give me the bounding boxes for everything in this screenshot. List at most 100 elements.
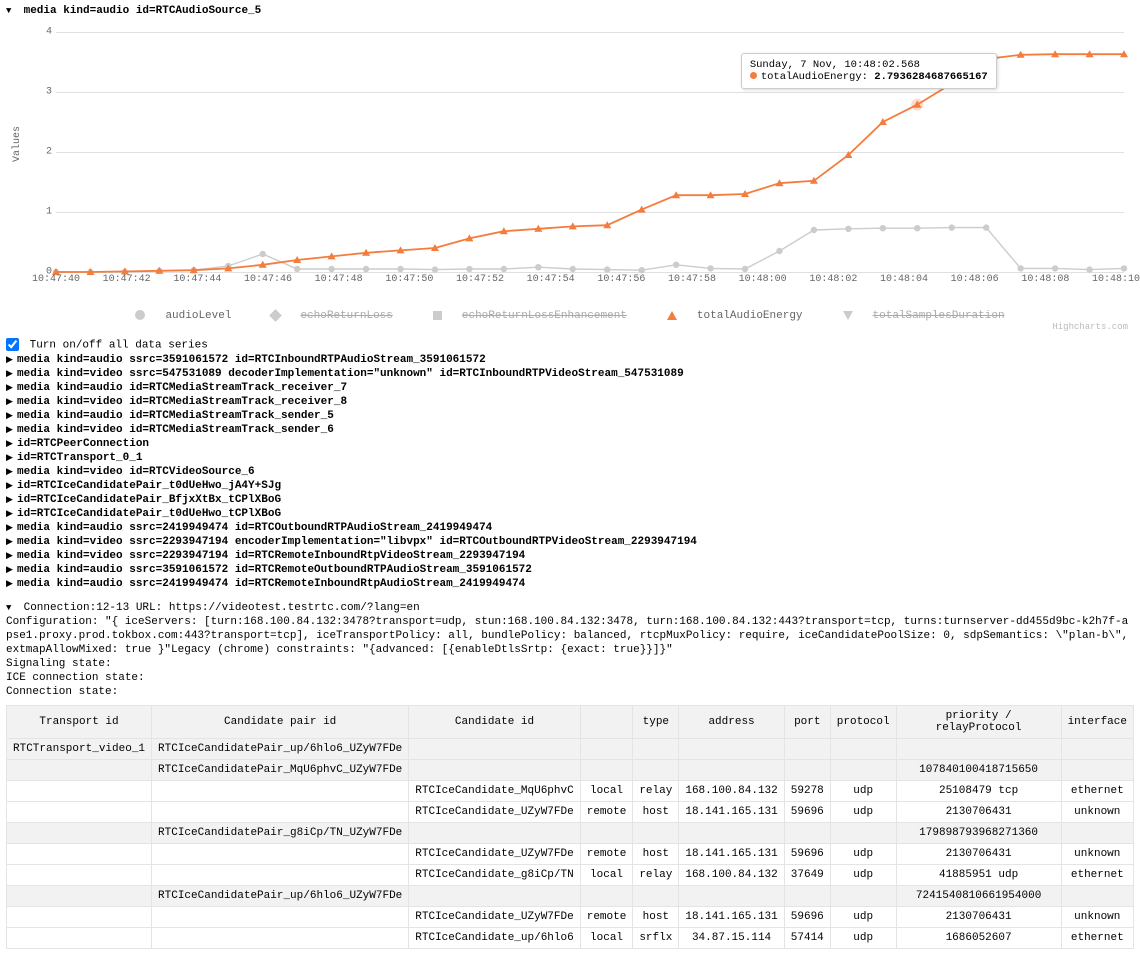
table-cell [633,760,679,781]
table-cell [409,739,580,760]
table-header: protocol [830,706,896,739]
table-header: port [784,706,830,739]
table-cell: 7241540810661954000 [896,886,1061,907]
table-cell: 1686052607 [896,928,1061,949]
stats-item-collapsed[interactable]: media kind=audio id=RTCMediaStreamTrack_… [6,409,1134,423]
table-cell: ethernet [1061,928,1133,949]
x-tick: 10:47:46 [244,274,292,285]
y-tick: 2 [32,147,52,158]
table-row: RTCIceCandidate_up/6hlo6localsrflx34.87.… [7,928,1134,949]
connection-ice: ICE connection state: [6,671,1134,685]
stats-item-expanded[interactable]: media kind=audio id=RTCAudioSource_5 [6,4,1134,18]
legend-label: echoReturnLoss [300,310,392,322]
table-cell: 59696 [784,907,830,928]
table-cell: ethernet [1061,781,1133,802]
table-cell: udp [830,907,896,928]
table-cell [679,886,784,907]
legend-item[interactable]: audioLevel [125,310,241,322]
x-tick: 10:48:06 [951,274,999,285]
table-cell [1061,823,1133,844]
stats-item-collapsed[interactable]: media kind=video ssrc=2293947194 encoder… [6,535,1134,549]
table-row: RTCTransport_video_1RTCIceCandidatePair_… [7,739,1134,760]
connection-heading[interactable]: Connection:12-13 URL: https://videotest.… [6,601,1134,615]
stats-item-collapsed[interactable]: id=RTCIceCandidatePair_BfjxXtBx_tCPlXBoG [6,493,1134,507]
table-cell: RTCIceCandidate_UZyW7FDe [409,844,580,865]
table-cell [7,865,152,886]
stats-item-collapsed[interactable]: id=RTCIceCandidatePair_t0dUeHwo_tCPlXBoG [6,507,1134,521]
table-row: RTCIceCandidate_UZyW7FDeremotehost18.141… [7,844,1134,865]
stats-item-collapsed[interactable]: media kind=audio ssrc=2419949474 id=RTCO… [6,521,1134,535]
tooltip-time: Sunday, 7 Nov, 10:48:02.568 [750,59,988,71]
stats-item-label: id=RTCPeerConnection [17,438,149,450]
table-cell [409,823,580,844]
chart-tooltip: Sunday, 7 Nov, 10:48:02.568 totalAudioEn… [741,53,997,89]
table-cell [7,886,152,907]
stats-item-collapsed[interactable]: media kind=video ssrc=2293947194 id=RTCR… [6,549,1134,563]
table-cell: ethernet [1061,865,1133,886]
table-cell: udp [830,844,896,865]
stats-item-collapsed[interactable]: media kind=audio ssrc=3591061572 id=RTCI… [6,353,1134,367]
table-cell [679,760,784,781]
table-cell: udp [830,781,896,802]
chart-credits[interactable]: Highcharts.com [6,322,1128,332]
toggle-all-checkbox[interactable] [6,338,19,351]
table-cell [409,760,580,781]
chart-legend: audioLevel echoReturnLoss echoReturnLossEn… [6,310,1134,322]
legend-item[interactable]: echoReturnLoss [261,310,402,322]
connection-config: Configuration: "{ iceServers: [turn:168.… [6,615,1134,657]
tooltip-dot-icon [750,72,757,79]
stats-item-label: media kind=video id=RTCVideoSource_6 [17,466,255,478]
table-cell [1061,886,1133,907]
connection-heading-label: Connection:12-13 URL: https://videotest.… [24,602,420,614]
stats-item-label: id=RTCIceCandidatePair_t0dUeHwo_tCPlXBoG [17,508,281,520]
table-cell [830,823,896,844]
table-cell [896,739,1061,760]
table-header: Candidate id [409,706,580,739]
legend-label: totalAudioEnergy [697,310,803,322]
stats-item-label: id=RTCIceCandidatePair_BfjxXtBx_tCPlXBoG [17,494,281,506]
stats-item-collapsed[interactable]: media kind=audio id=RTCMediaStreamTrack_… [6,381,1134,395]
x-tick: 10:47:40 [32,274,80,285]
table-cell: udp [830,928,896,949]
table-cell: 107840100418715650 [896,760,1061,781]
stats-item-collapsed[interactable]: id=RTCPeerConnection [6,437,1134,451]
table-cell: remote [580,802,633,823]
table-cell [580,886,633,907]
stats-item-collapsed[interactable]: media kind=video ssrc=547531089 decoderI… [6,367,1134,381]
stats-item-collapsed[interactable]: media kind=video id=RTCMediaStreamTrack_… [6,423,1134,437]
stats-item-collapsed[interactable]: media kind=audio ssrc=2419949474 id=RTCR… [6,577,1134,591]
table-header: priority / relayProtocol [896,706,1061,739]
table-cell [784,760,830,781]
legend-marker-icon [843,311,853,320]
connection-block: Connection:12-13 URL: https://videotest.… [6,601,1134,949]
table-cell [784,886,830,907]
table-row: RTCIceCandidate_UZyW7FDeremotehost18.141… [7,802,1134,823]
table-cell [7,823,152,844]
table-cell [633,739,679,760]
stats-item-collapsed[interactable]: id=RTCIceCandidatePair_t0dUeHwo_jA4Y+SJg [6,479,1134,493]
stats-item-collapsed[interactable]: media kind=video id=RTCVideoSource_6 [6,465,1134,479]
table-cell [7,907,152,928]
x-tick: 10:48:04 [880,274,928,285]
stats-item-collapsed[interactable]: media kind=audio ssrc=3591061572 id=RTCR… [6,563,1134,577]
table-cell: remote [580,907,633,928]
stats-item-label: media kind=video id=RTCMediaStreamTrack_… [17,424,334,436]
table-cell: local [580,928,633,949]
table-cell: udp [830,865,896,886]
table-cell [679,823,784,844]
chart-area[interactable]: 01234 10:47:4010:47:4210:47:4410:47:4610… [56,22,1124,302]
legend-item[interactable]: echoReturnLossEnhancement [423,310,637,322]
y-tick: 4 [32,27,52,38]
legend-item[interactable]: totalSamplesDuration [833,310,1015,322]
table-row: RTCIceCandidate_MqU6phvClocalrelay168.10… [7,781,1134,802]
chart-y-axis-label: Values [12,126,23,162]
legend-item[interactable]: totalAudioEnergy [657,310,813,322]
stats-item-collapsed[interactable]: media kind=video id=RTCMediaStreamTrack_… [6,395,1134,409]
table-cell [1061,760,1133,781]
y-tick: 3 [32,87,52,98]
stats-item-collapsed[interactable]: id=RTCTransport_0_1 [6,451,1134,465]
table-cell [409,886,580,907]
table-cell [7,760,152,781]
table-cell: 2130706431 [896,802,1061,823]
table-cell: 59696 [784,802,830,823]
